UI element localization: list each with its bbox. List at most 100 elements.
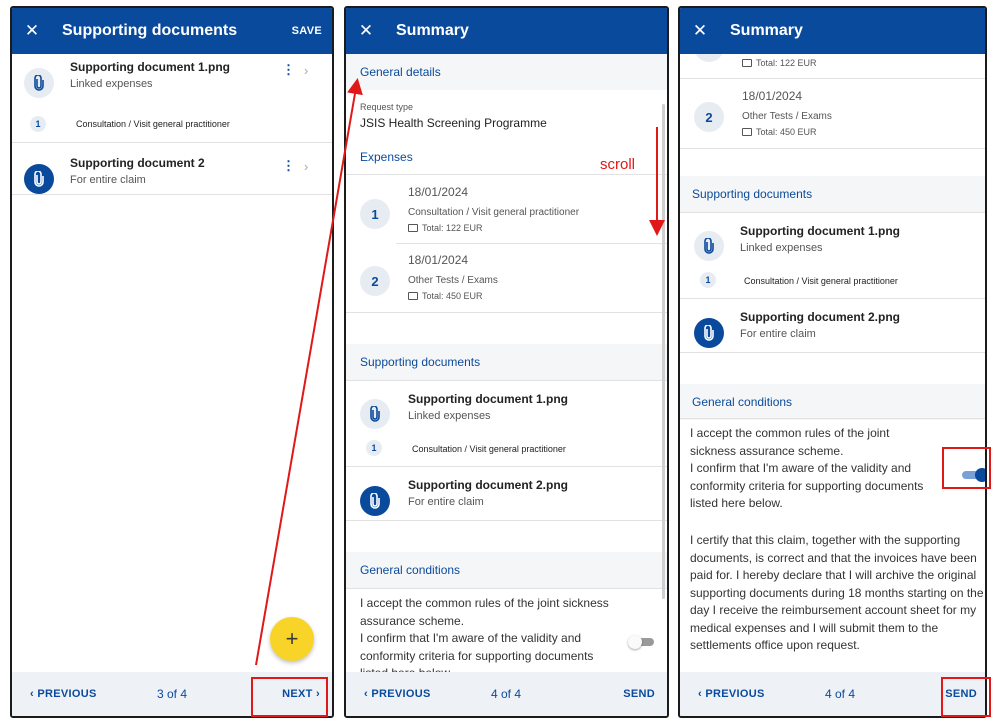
expense-description: Other Tests / Exams — [408, 275, 498, 286]
divider — [346, 380, 667, 381]
close-icon[interactable]: ✕ — [346, 21, 386, 41]
document-name: Supporting document 1.png — [740, 224, 900, 238]
expenses-heading: Expenses — [360, 150, 413, 164]
app-bar: ✕ Summary — [680, 8, 985, 54]
documents-list: Supporting document 1.png Linked expense… — [12, 54, 332, 672]
linked-expense-text: Consultation / Visit general practitione… — [744, 276, 898, 286]
previous-button[interactable]: ‹ PREVIOUS — [698, 688, 765, 700]
expense-date: 18/01/2024 — [408, 253, 469, 267]
document-subtitle: Linked expenses — [740, 242, 823, 254]
divider — [346, 588, 667, 589]
add-document-button[interactable]: + — [270, 617, 314, 661]
toggle-highlight — [942, 447, 991, 489]
expense-total: Total: 122 EUR — [408, 223, 483, 233]
document-subtitle: For entire claim — [408, 496, 484, 508]
previous-button[interactable]: ‹ PREVIOUS — [364, 688, 431, 700]
paperclip-icon — [24, 164, 54, 194]
close-icon[interactable]: ✕ — [12, 21, 52, 41]
wallet-icon — [742, 128, 752, 136]
expense-date: 18/01/2024 — [742, 89, 803, 103]
divider — [12, 142, 332, 143]
screen-title: Summary — [730, 22, 803, 39]
wallet-icon — [408, 292, 418, 300]
divider — [396, 243, 667, 244]
summary-content: Total: 122 EUR 2 18/01/2024 Other Tests … — [680, 54, 985, 672]
expense-number: 2 — [360, 266, 390, 296]
summary-screen-scrolled: ✕ Summary Total: 122 EUR 2 18/01/2024 Ot… — [678, 6, 987, 718]
supporting-documents-heading: Supporting documents — [692, 187, 813, 201]
linked-expense-number: 1 — [366, 440, 382, 456]
bottom-navigation: ‹ PREVIOUS 4 of 4 SEND — [680, 672, 985, 716]
expense-number — [694, 54, 724, 62]
expense-number: 2 — [694, 102, 724, 132]
wallet-icon — [408, 224, 418, 232]
expense-number: 1 — [360, 199, 390, 229]
paperclip-icon — [24, 68, 54, 98]
close-icon[interactable]: ✕ — [680, 21, 720, 41]
save-button[interactable]: SAVE — [292, 25, 332, 37]
conditions-text-2: I confirm that I'm aware of the validity… — [690, 461, 924, 510]
linked-expense-text: Consultation / Visit general practitione… — [76, 119, 230, 129]
divider — [346, 312, 667, 313]
summary-content: General details Request type JSIS Health… — [346, 54, 667, 672]
divider — [680, 418, 985, 419]
screen-title: Supporting documents — [62, 22, 238, 39]
document-name: Supporting document 2.png — [408, 478, 568, 492]
divider — [346, 466, 667, 467]
expense-total: Total: 450 EUR — [742, 127, 817, 137]
document-subtitle: For entire claim — [70, 174, 146, 186]
summary-screen-top: ✕ Summary General details Request type J… — [344, 6, 669, 718]
expense-description: Other Tests / Exams — [742, 111, 832, 122]
divider — [346, 174, 667, 175]
document-name: Supporting document 1.png — [70, 60, 230, 74]
paperclip-icon — [360, 399, 390, 429]
accept-conditions-toggle[interactable] — [628, 635, 656, 649]
document-name: Supporting document 2.png — [740, 310, 900, 324]
app-bar: ✕ Summary — [346, 8, 667, 54]
divider — [680, 352, 985, 353]
conditions-text-1: I accept the common rules of the joint s… — [690, 426, 890, 458]
divider — [12, 194, 332, 195]
expense-date: 18/01/2024 — [408, 185, 469, 199]
conditions-text-1: I accept the common rules of the joint s… — [360, 596, 609, 628]
document-name: Supporting document 1.png — [408, 392, 568, 406]
page-indicator: 4 of 4 — [825, 687, 856, 701]
previous-button[interactable]: ‹ PREVIOUS — [30, 688, 97, 700]
more-vert-icon[interactable]: ⋮ — [282, 62, 295, 78]
wallet-icon — [742, 59, 752, 67]
conditions-text-2: I confirm that I'm aware of the validity… — [360, 631, 594, 672]
app-bar: ✕ Supporting documents SAVE — [12, 8, 332, 54]
page-indicator: 3 of 4 — [157, 687, 188, 701]
request-type-label: Request type — [360, 102, 414, 112]
divider — [680, 212, 985, 213]
paperclip-icon — [360, 486, 390, 516]
linked-expense-text: Consultation / Visit general practitione… — [412, 444, 566, 454]
conditions-text-3: I certify that this claim, together with… — [690, 533, 984, 652]
supporting-documents-screen: ✕ Supporting documents SAVE Supporting d… — [10, 6, 334, 718]
bottom-navigation: ‹ PREVIOUS 4 of 4 SEND — [346, 672, 667, 716]
chevron-right-icon[interactable]: › — [304, 159, 308, 174]
document-subtitle: Linked expenses — [70, 78, 153, 90]
screen-title: Summary — [396, 22, 469, 39]
supporting-documents-heading: Supporting documents — [360, 355, 481, 369]
divider — [680, 148, 985, 149]
linked-expense-number: 1 — [700, 272, 716, 288]
divider — [680, 298, 985, 299]
paperclip-icon — [694, 318, 724, 348]
document-subtitle: For entire claim — [740, 328, 816, 340]
send-button[interactable]: SEND — [623, 688, 655, 700]
linked-expense-number: 1 — [30, 116, 46, 132]
request-type-value: JSIS Health Screening Programme — [360, 116, 547, 130]
scrollbar[interactable] — [662, 104, 665, 599]
expense-total: Total: 122 EUR — [742, 58, 817, 68]
expense-total: Total: 450 EUR — [408, 291, 483, 301]
general-conditions-heading: General conditions — [692, 395, 793, 409]
paperclip-icon — [694, 231, 724, 261]
divider — [680, 78, 985, 79]
chevron-right-icon[interactable]: › — [304, 63, 308, 78]
general-details-heading: General details — [360, 65, 441, 79]
document-name: Supporting document 2 — [70, 156, 205, 170]
more-vert-icon[interactable]: ⋮ — [282, 158, 295, 174]
next-button-highlight — [251, 677, 328, 717]
send-button-highlight — [941, 677, 991, 717]
